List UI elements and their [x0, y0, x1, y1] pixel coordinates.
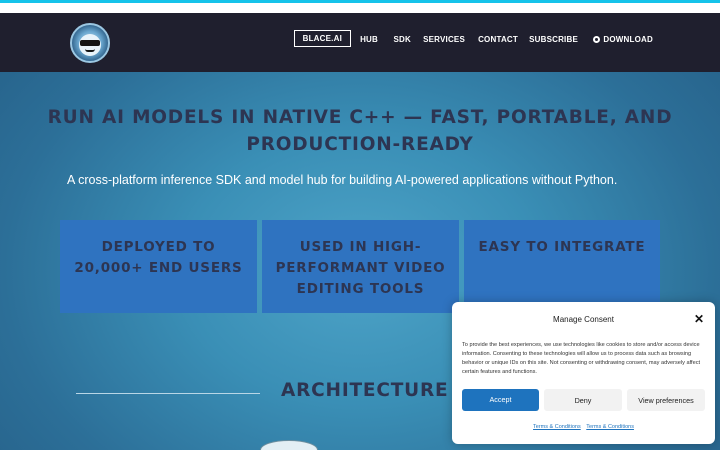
logo-sunglasses	[80, 40, 100, 46]
nav-item-download[interactable]: DOWNLOAD	[593, 35, 653, 44]
architecture-diagram-cylinder	[260, 440, 318, 450]
feature-card-video-tools: USED IN HIGH-PERFORMANT VIDEO EDITING TO…	[262, 220, 459, 313]
logo-smile	[85, 49, 95, 52]
sunglasses-globe-logo-icon[interactable]	[70, 23, 110, 63]
accept-button[interactable]: Accept	[462, 389, 539, 411]
nav-item-blace-ai[interactable]: BLACE.AI	[293, 30, 351, 47]
terms-link[interactable]: Terms & Conditions	[533, 424, 581, 430]
consent-title: Manage Consent	[553, 315, 614, 324]
hero-subtitle: A cross-platform inference SDK and model…	[67, 173, 618, 187]
feature-card-deployed: DEPLOYED TO 20,000+ END USERS	[60, 220, 257, 313]
feature-card-label: EASY TO INTEGRATE	[478, 239, 646, 255]
github-icon	[593, 36, 601, 43]
close-icon[interactable]: ✕	[693, 313, 705, 325]
architecture-heading: ARCHITECTURE	[281, 380, 449, 401]
cookie-consent-dialog: Manage Consent ✕ To provide the best exp…	[452, 302, 715, 444]
section-divider-line	[76, 393, 260, 394]
consent-links: Terms & Conditions Terms & Conditions	[452, 424, 715, 430]
feature-card-label: USED IN HIGH-PERFORMANT VIDEO EDITING TO…	[275, 239, 446, 297]
hero-title: RUN AI MODELS IN NATIVE C++ — FAST, PORT…	[47, 107, 673, 155]
nav-item-services[interactable]: SERVICES	[423, 35, 465, 44]
nav-item-subscribe[interactable]: SUBSCRIBE	[529, 35, 578, 44]
nav-item-contact[interactable]: CONTACT	[478, 35, 518, 44]
deny-button[interactable]: Deny	[544, 389, 622, 411]
nav-item-download-label: DOWNLOAD	[603, 35, 653, 44]
feature-card-easy-integrate: EASY TO INTEGRATE	[464, 220, 660, 313]
feature-card-label: DEPLOYED TO 20,000+ END USERS	[74, 239, 243, 276]
top-white-band	[0, 3, 720, 13]
consent-body-text: To provide the best experiences, we use …	[462, 342, 701, 375]
nav-item-sdk[interactable]: SDK	[394, 35, 412, 44]
site-header: BLACE.AI HUB SDK SERVICES CONTACT SUBSCR…	[0, 13, 720, 72]
view-preferences-button[interactable]: View preferences	[627, 389, 705, 411]
terms-link-secondary[interactable]: Terms & Conditions	[586, 424, 634, 430]
nav-item-hub[interactable]: HUB	[360, 35, 378, 44]
